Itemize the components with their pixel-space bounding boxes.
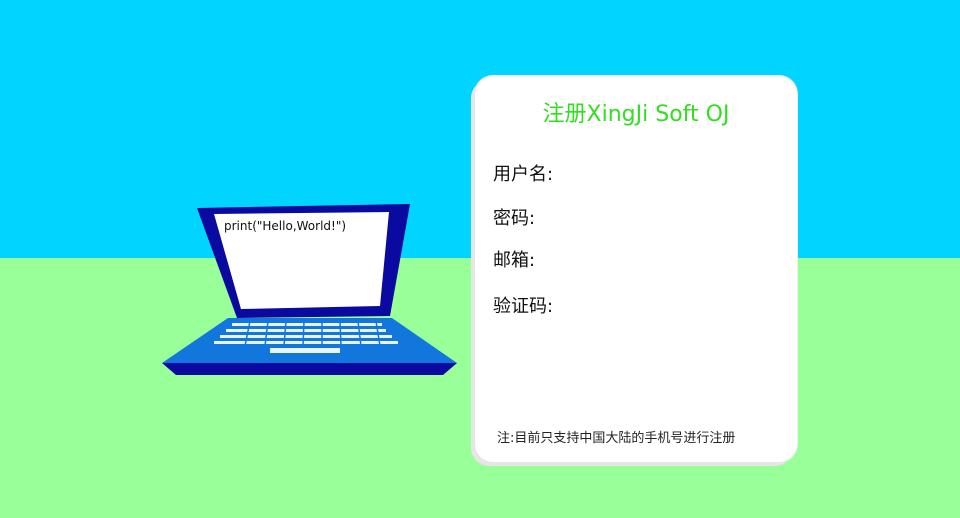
verification-code-label: 验证码: [493, 296, 554, 317]
register-note: 注:目前只支持中国大陆的手机号进行注册 [497, 431, 736, 446]
password-label: 密码: [493, 208, 536, 229]
email-label: 邮箱: [493, 250, 536, 271]
register-title: 注册XingJi Soft OJ [542, 102, 730, 127]
register-card: 注册XingJi Soft OJ 用户名: 密码: 邮箱: 验证码: 注:目前只… [475, 76, 797, 462]
laptop-screen-code: print("Hello,World!") [224, 219, 347, 233]
username-label: 用户名: [493, 164, 554, 185]
